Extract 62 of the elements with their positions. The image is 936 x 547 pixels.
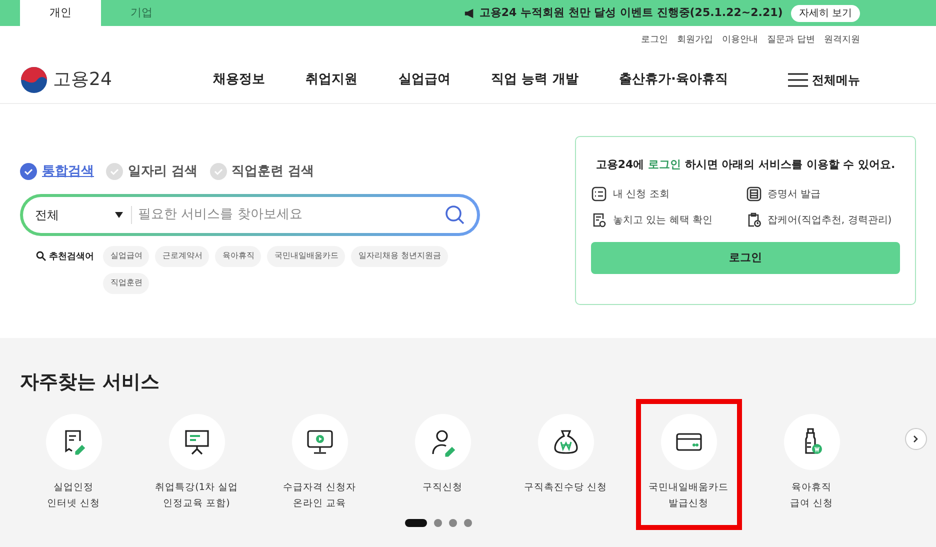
category-select[interactable]: 전체	[35, 206, 115, 224]
login-message: 고용24에 로그인 하시면 아래의 서비스를 이용할 수 있어요.	[594, 157, 896, 173]
keyword-chip[interactable]: 일자리채용 청년지원금	[351, 246, 448, 266]
check-icon	[106, 163, 123, 180]
utility-link[interactable]: 로그인	[641, 34, 668, 56]
utility-link[interactable]: 질문과 답변	[767, 34, 815, 56]
check-icon	[20, 163, 37, 180]
certificate-icon	[746, 186, 762, 202]
keyword-chip[interactable]: 실업급여	[103, 246, 150, 266]
service-label: 국민내일배움카드 발급신청	[648, 480, 728, 510]
login-button[interactable]: 로그인	[591, 242, 900, 274]
service-tile[interactable]: 수급자격 신청자 온라인 교육	[266, 398, 372, 530]
service-tile[interactable]: 국민내일배움카드 발급신청	[636, 398, 742, 530]
nav-item[interactable]: 출산휴가·육아휴직	[619, 70, 728, 90]
keyword-chip[interactable]: 직업훈련	[103, 272, 150, 294]
nav-item[interactable]: 실업급여	[398, 70, 450, 90]
search-icon	[36, 250, 46, 260]
keyword-chip[interactable]: 국민내일배움카드	[267, 246, 346, 266]
search-tab[interactable]: 통합검색	[20, 162, 94, 182]
logo-text: 고용24	[53, 68, 113, 92]
recommended-label: 추천검색어	[49, 250, 94, 264]
notice-text: 고용24 누적회원 천만 달성 이벤트 진행중(25.1.22~2.21)	[479, 4, 783, 21]
nav-item[interactable]: 채용정보	[213, 70, 265, 90]
service-tile[interactable]: 구직촉진수당 신청	[512, 398, 618, 530]
service-tile[interactable]: 구직신청	[390, 398, 496, 530]
utility-link[interactable]: 원격지원	[824, 34, 860, 56]
service-label: 구직촉진수당 신청	[524, 480, 608, 494]
caret-icon[interactable]	[115, 212, 123, 218]
menu-icon[interactable]	[788, 72, 808, 86]
nav-item[interactable]: 취업지원	[306, 70, 358, 90]
megaphone-icon	[464, 8, 476, 18]
service-link[interactable]: 증명서 발급	[768, 186, 821, 202]
service-tile[interactable]: 취업특강(1차 실업 인정교육 포함)	[144, 398, 250, 530]
details-button[interactable]: 자세히 보기	[790, 4, 860, 22]
search-icon[interactable]	[445, 204, 465, 224]
service-tile[interactable]: 실업인정 인터넷 신청	[20, 398, 126, 530]
check-icon	[210, 163, 227, 180]
service-label: 구직신청	[422, 480, 462, 494]
clipboard-icon	[746, 212, 762, 228]
audience-tab[interactable]: 개인	[20, 0, 101, 26]
checklist-icon	[591, 186, 607, 202]
keyword-chip[interactable]: 근로계약서	[155, 246, 210, 266]
service-label: 실업인정 인터넷 신청	[46, 480, 100, 510]
service-link[interactable]: 잡케어(직업추천, 경력관리)	[768, 212, 892, 228]
service-link[interactable]: 내 신청 조회	[613, 186, 670, 202]
logo-icon	[20, 66, 48, 94]
service-label: 취업특강(1차 실업 인정교육 포함)	[155, 480, 238, 510]
chevron-right-icon	[912, 435, 920, 443]
keyword-chip[interactable]: 육아휴직	[215, 246, 262, 266]
search-input[interactable]: 필요한 서비스를 찾아보세요	[138, 204, 445, 224]
utility-link[interactable]: 이용안내	[722, 34, 758, 56]
service-link[interactable]: 놓치고 있는 혜택 확인	[613, 212, 713, 228]
section-title: 자주찾는 서비스	[20, 370, 161, 395]
search-tab[interactable]: 직업훈련 검색	[210, 162, 314, 182]
service-tile[interactable]: 육아휴직 급여 신청	[758, 398, 864, 530]
all-menu-link[interactable]: 전체메뉴	[812, 70, 860, 88]
nav-item[interactable]: 직업 능력 개발	[491, 70, 578, 90]
search-tab[interactable]: 일자리 검색	[106, 162, 198, 182]
service-label: 육아휴직 급여 신청	[790, 480, 834, 510]
document-icon	[591, 212, 607, 228]
service-label: 수급자격 신청자 온라인 교육	[282, 480, 356, 510]
utility-link[interactable]: 회원가입	[677, 34, 714, 56]
